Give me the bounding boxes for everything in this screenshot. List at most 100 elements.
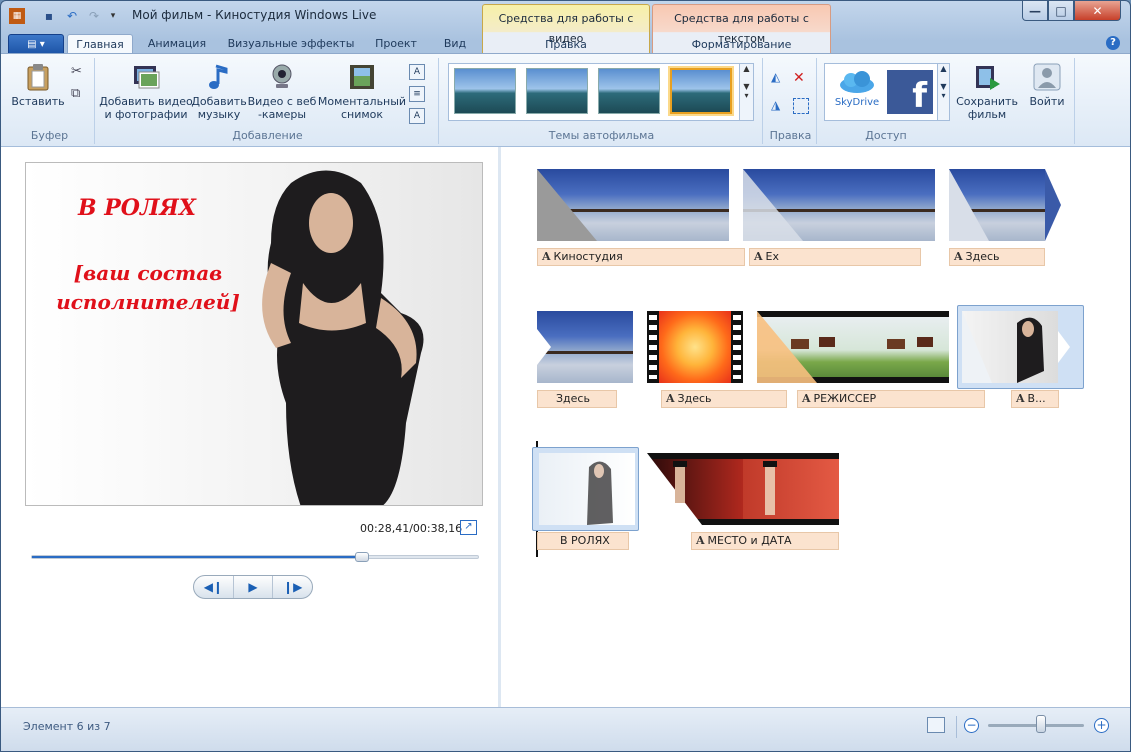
thumbnail-size-icon[interactable] bbox=[927, 717, 945, 733]
preview-pane: В РОЛЯХ [ваш состав исполнителей] 00:28,… bbox=[1, 147, 501, 707]
add-music-button[interactable]: Добавить музыку bbox=[191, 62, 247, 121]
tab-home[interactable]: Главная bbox=[67, 34, 133, 54]
seek-bar[interactable] bbox=[31, 552, 479, 562]
title-icon[interactable]: A bbox=[409, 64, 425, 80]
gallery-scroll[interactable]: ▲ ▼ ▾ bbox=[739, 64, 753, 120]
close-button[interactable]: ✕ bbox=[1074, 1, 1121, 21]
clip-9[interactable] bbox=[647, 453, 839, 525]
user-icon bbox=[1033, 63, 1061, 91]
group-share: SkyDrive f ▲ ▼ ▾ Сохранить фильм Войти Дос… bbox=[819, 58, 1075, 144]
clip-2[interactable] bbox=[743, 169, 935, 241]
caption-text: РЕЖИССЕР bbox=[813, 392, 877, 405]
qat-menu-icon[interactable]: ▾ bbox=[105, 8, 121, 24]
next-frame-icon[interactable]: ❙▶ bbox=[273, 576, 312, 598]
group-edit-label: Правка bbox=[769, 129, 812, 142]
clip-7-selected[interactable] bbox=[957, 305, 1084, 389]
add-video-button[interactable]: Добавить видео и фотографии bbox=[99, 62, 193, 121]
help-icon[interactable]: ? bbox=[1106, 36, 1120, 50]
preview-monitor[interactable]: В РОЛЯХ [ваш состав исполнителей] bbox=[25, 162, 483, 506]
main-pane: В РОЛЯХ [ваш состав исполнителей] 00:28,… bbox=[1, 147, 1130, 707]
fullscreen-icon[interactable]: ↗ bbox=[460, 520, 477, 535]
group-add-label: Добавление bbox=[232, 129, 303, 142]
app-icon[interactable]: ▦ bbox=[9, 8, 25, 24]
clip-5[interactable] bbox=[647, 311, 743, 383]
zoom-out-icon[interactable]: − bbox=[964, 718, 979, 733]
copy-icon[interactable]: ⧉ bbox=[71, 86, 87, 102]
group-themes-label: Темы автофильма bbox=[548, 129, 655, 142]
tab-animation[interactable]: Анимация bbox=[137, 34, 217, 54]
theme-fade[interactable] bbox=[598, 68, 660, 114]
application-menu-button[interactable]: ▤ ▾ bbox=[8, 34, 64, 54]
clip-caption[interactable]: В РОЛЯХ bbox=[537, 532, 629, 550]
previous-frame-icon[interactable]: ◀❙ bbox=[194, 576, 234, 598]
clip-1[interactable] bbox=[537, 169, 729, 241]
webcam-button[interactable]: Видео с веб -камеры bbox=[247, 62, 317, 121]
tab-project[interactable]: Проект bbox=[365, 34, 427, 54]
select-all-icon[interactable] bbox=[793, 98, 809, 114]
delete-icon[interactable]: ✕ bbox=[793, 70, 809, 86]
paste-button[interactable]: Вставить bbox=[11, 62, 65, 108]
play-icon[interactable]: ▶ bbox=[234, 576, 274, 598]
caption-icon[interactable]: ≡ bbox=[409, 86, 425, 102]
rotate-left-icon[interactable]: ◭ bbox=[771, 70, 787, 86]
snapshot-label: Моментальный снимок bbox=[317, 95, 407, 121]
theme-modern[interactable] bbox=[526, 68, 588, 114]
save-movie-button[interactable]: Сохранить фильм bbox=[953, 62, 1021, 121]
status-bar: Элемент 6 из 7 − + bbox=[1, 707, 1130, 751]
app-window: ▦ ▪ ↶ ↷ ▾ Мой фильм - Киностудия Windows… bbox=[0, 0, 1131, 752]
add-video-label: Добавить видео и фотографии bbox=[99, 95, 193, 121]
share-scroll[interactable]: ▲ ▼ ▾ bbox=[937, 64, 949, 120]
clip-4[interactable] bbox=[537, 311, 633, 383]
zoom-in-icon[interactable]: + bbox=[1094, 718, 1109, 733]
clip-caption[interactable]: A В... bbox=[1011, 390, 1059, 408]
clip-caption[interactable]: A Здесь bbox=[661, 390, 787, 408]
redo-icon[interactable]: ↷ bbox=[86, 8, 102, 24]
snapshot-icon bbox=[350, 65, 374, 89]
signin-button[interactable]: Войти bbox=[1025, 62, 1069, 108]
minimize-button[interactable]: — bbox=[1022, 1, 1048, 21]
skydrive-cloud-icon bbox=[840, 71, 874, 93]
group-clipboard: Вставить ✂ ⧉ Буфер bbox=[5, 58, 95, 144]
save-movie-label: Сохранить фильм bbox=[956, 95, 1018, 121]
paste-icon bbox=[27, 64, 49, 91]
snapshot-button[interactable]: Моментальный снимок bbox=[317, 62, 407, 121]
preview-title-text: В РОЛЯХ bbox=[78, 195, 196, 221]
clip-caption[interactable]: A РЕЖИССЕР bbox=[797, 390, 985, 408]
clip-3[interactable] bbox=[949, 169, 1061, 241]
context-tab-text-title: Средства для работы с текстом bbox=[674, 12, 809, 45]
skydrive-button[interactable]: SkyDrive bbox=[831, 70, 883, 114]
clip-caption[interactable]: Здесь bbox=[537, 390, 617, 408]
transition-icon bbox=[949, 169, 1061, 241]
caption-text: МЕСТО и ДАТА bbox=[707, 534, 792, 547]
status-item-count: Элемент 6 из 7 bbox=[23, 720, 111, 733]
autofilm-themes-gallery: ▲ ▼ ▾ bbox=[448, 63, 754, 121]
theme-default[interactable] bbox=[454, 68, 516, 114]
seek-progress bbox=[32, 556, 363, 558]
credits-icon[interactable]: A bbox=[409, 108, 425, 124]
title-bar: ▦ ▪ ↶ ↷ ▾ Мой фильм - Киностудия Windows… bbox=[1, 1, 1130, 54]
rotate-right-icon[interactable]: ◮ bbox=[771, 98, 787, 114]
transition-icon bbox=[647, 453, 777, 525]
clip-8-selected[interactable] bbox=[532, 447, 639, 531]
group-add: Добавить видео и фотографии Добавить муз… bbox=[97, 58, 439, 144]
maximize-button[interactable]: □ bbox=[1048, 1, 1074, 21]
clip-caption[interactable]: A Ex bbox=[749, 248, 921, 266]
cut-icon[interactable]: ✂ bbox=[71, 64, 87, 80]
tab-visual-effects[interactable]: Визуальные эффекты bbox=[225, 34, 357, 54]
tab-view[interactable]: Вид bbox=[435, 34, 475, 54]
facebook-icon[interactable]: f bbox=[887, 70, 933, 114]
clip-caption[interactable]: A Здесь bbox=[949, 248, 1045, 266]
playback-time: 00:28,41/00:38,16 bbox=[360, 522, 463, 535]
skydrive-label: SkyDrive bbox=[834, 97, 880, 108]
caption-text: Киностудия bbox=[553, 250, 623, 263]
zoom-thumb[interactable] bbox=[1035, 715, 1046, 733]
undo-icon[interactable]: ↶ bbox=[64, 8, 80, 24]
group-clipboard-label: Буфер bbox=[30, 129, 69, 142]
group-themes: ▲ ▼ ▾ Темы автофильма bbox=[441, 58, 763, 144]
clip-6[interactable] bbox=[757, 311, 949, 383]
save-icon[interactable]: ▪ bbox=[41, 8, 57, 24]
clip-caption[interactable]: A Киностудия bbox=[537, 248, 745, 266]
seek-thumb[interactable] bbox=[355, 552, 370, 562]
clip-caption[interactable]: A МЕСТО и ДАТА bbox=[691, 532, 839, 550]
theme-pan-zoom-selected[interactable] bbox=[670, 68, 732, 114]
